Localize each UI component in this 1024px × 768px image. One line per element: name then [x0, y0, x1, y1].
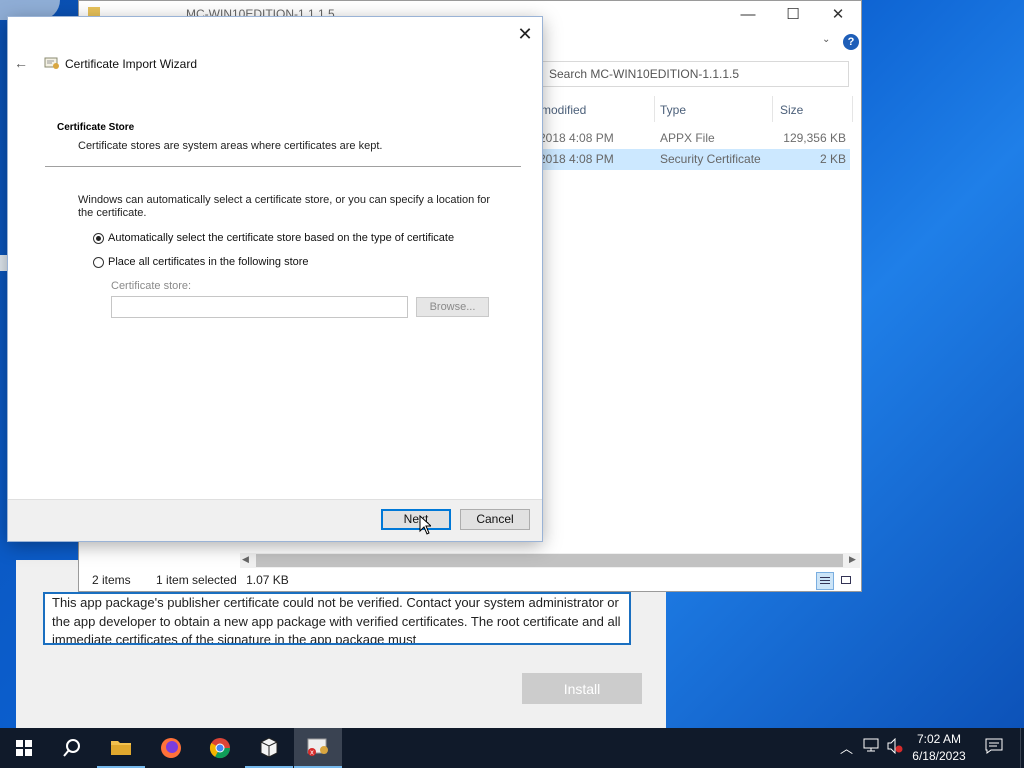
column-header-modified[interactable]: modified — [541, 100, 586, 120]
file-row[interactable]: 2018 4:08 PM APPX File 129,356 KB — [539, 128, 850, 149]
volume-muted-icon[interactable] — [886, 737, 904, 757]
windows-start-icon[interactable] — [0, 728, 48, 768]
taskbar-clock[interactable]: 7:02 AM 6/18/2023 — [904, 731, 974, 765]
radio-unchecked-icon[interactable] — [93, 256, 104, 268]
column-header-type[interactable]: Type — [660, 100, 686, 120]
file-size: 129,356 KB — [783, 131, 846, 145]
firefox-icon[interactable] — [147, 728, 195, 768]
install-button[interactable]: Install — [522, 673, 642, 704]
search-icon[interactable] — [48, 728, 96, 768]
wizard-close-icon[interactable]: ✕ — [515, 24, 535, 44]
column-separator[interactable] — [654, 96, 655, 122]
file-explorer-icon[interactable] — [97, 728, 145, 768]
column-separator[interactable] — [852, 96, 853, 122]
large-icons-view-icon[interactable] — [838, 572, 856, 590]
radio-manual-store[interactable]: Place all certificates in the following … — [93, 256, 309, 268]
show-hidden-icons-chevron-icon[interactable]: ︿ — [840, 738, 853, 757]
file-type: Security Certificate — [660, 152, 761, 166]
file-type: APPX File — [660, 131, 715, 145]
wizard-title: Certificate Import Wizard — [65, 57, 198, 71]
file-row-selected[interactable]: 2018 4:08 PM Security Certificate 2 KB — [539, 149, 850, 170]
status-selected: 1 item selected — [156, 573, 237, 587]
package-icon[interactable] — [245, 728, 293, 768]
certificate-store-input[interactable] — [111, 296, 408, 318]
scroll-right-icon[interactable]: ▶ — [849, 554, 856, 565]
maximize-icon[interactable]: ☐ — [778, 5, 808, 25]
certificate-import-wizard — [8, 17, 542, 541]
minimize-icon[interactable]: — — [733, 5, 763, 25]
show-desktop-button[interactable] — [1020, 728, 1024, 768]
status-item-count: 2 items — [92, 573, 131, 587]
installer-error-message: This app package's publisher certificate… — [43, 592, 631, 645]
column-separator[interactable] — [772, 96, 773, 122]
details-view-icon[interactable] — [816, 572, 834, 590]
section-title: Certificate Store — [57, 122, 135, 133]
back-arrow-icon[interactable]: ← — [14, 55, 30, 71]
divider — [45, 166, 521, 167]
column-header-size[interactable]: Size — [780, 100, 803, 120]
file-modified: 2018 4:08 PM — [539, 152, 614, 166]
search-input[interactable]: Search MC-WIN10EDITION-1.1.1.5 — [541, 61, 849, 87]
radio-checked-icon[interactable] — [93, 232, 104, 244]
radio-auto-label[interactable]: Automatically select the certificate sto… — [108, 232, 454, 244]
mouse-cursor-icon — [419, 514, 433, 535]
chrome-icon[interactable] — [196, 728, 244, 768]
section-description: Certificate stores are system areas wher… — [78, 140, 383, 152]
wizard-body-text: Windows can automatically select a certi… — [78, 194, 491, 219]
file-modified: 2018 4:08 PM — [539, 131, 614, 145]
certificate-store-label: Certificate store: — [111, 280, 192, 292]
status-bar: 2 items 1 item selected 1.07 KB — [92, 573, 289, 587]
desktop-icon-partial — [0, 255, 8, 271]
clock-time: 7:02 AM — [916, 732, 962, 746]
close-icon[interactable]: ✕ — [823, 5, 853, 25]
cancel-button[interactable]: Cancel — [460, 509, 530, 530]
certificate-icon — [44, 56, 60, 70]
status-size: 1.07 KB — [246, 573, 289, 587]
radio-auto-select[interactable]: Automatically select the certificate sto… — [93, 232, 454, 244]
action-center-icon[interactable] — [985, 738, 1003, 757]
browse-button[interactable]: Browse... — [416, 297, 489, 317]
file-size: 2 KB — [819, 152, 846, 166]
next-button[interactable]: Next — [381, 509, 451, 530]
help-icon[interactable]: ? — [843, 34, 859, 50]
ribbon-expand-chevron-icon[interactable]: ⌄ — [822, 34, 830, 45]
certificate-app-icon[interactable]: x — [294, 728, 342, 768]
clock-date: 6/18/2023 — [912, 749, 966, 763]
radio-manual-label[interactable]: Place all certificates in the following … — [108, 256, 309, 268]
svg-text:x: x — [310, 749, 314, 757]
network-icon[interactable] — [863, 738, 879, 755]
scrollbar-thumb[interactable] — [256, 554, 843, 567]
scroll-left-icon[interactable]: ◀ — [242, 554, 249, 565]
